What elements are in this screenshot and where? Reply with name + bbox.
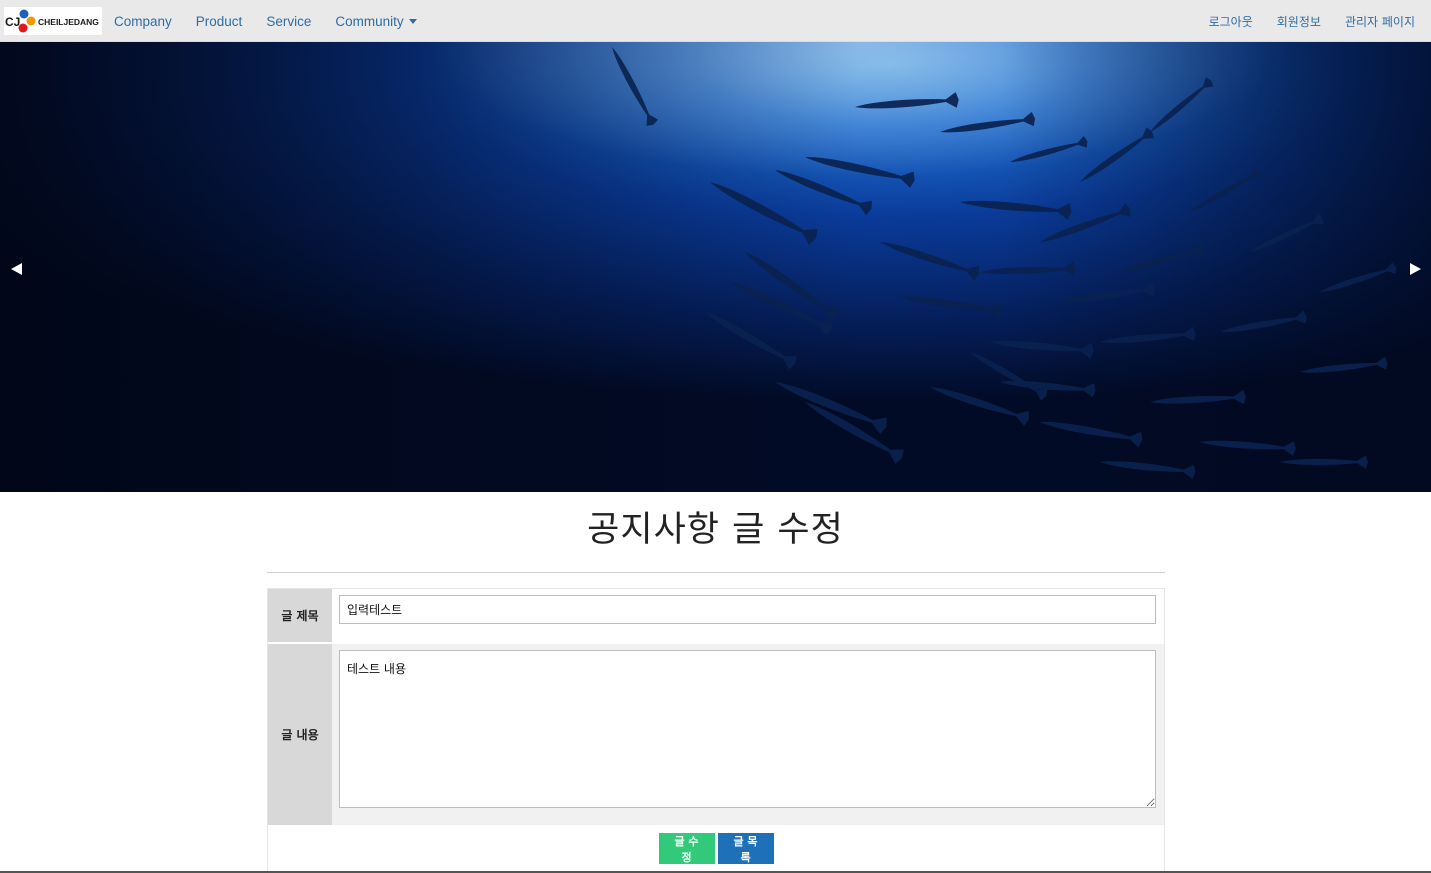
carousel-image [0,42,1431,492]
nav-company-label: Company [114,13,172,29]
member-info-label: 회원정보 [1276,14,1321,29]
brand-logo[interactable]: CJ CHEILJEDANG [4,7,102,35]
admin-page-link[interactable]: 관리자 페이지 [1345,13,1415,30]
notice-edit-form: 글 제목 글 내용 테스트 내용 [267,588,1165,827]
triangle-right-icon [1409,263,1421,275]
svg-text:CHEILJEDANG: CHEILJEDANG [38,17,99,27]
carousel-next-button[interactable] [1405,259,1425,279]
logout-label: 로그아웃 [1208,14,1253,29]
nav-community-label: Community [335,13,404,29]
svg-text:CJ: CJ [5,15,20,29]
top-navbar: CJ CHEILJEDANG Company Product Service C… [0,0,1431,42]
main-nav: Company Product Service Community [114,0,441,42]
edit-post-button[interactable]: 글 수정 [658,833,715,864]
content-cell: 테스트 내용 [332,644,1164,825]
admin-page-label: 관리자 페이지 [1344,14,1415,29]
nav-company[interactable]: Company [114,14,172,29]
content-row: 글 내용 테스트 내용 [268,644,1164,827]
content-textarea[interactable]: 테스트 내용 [339,650,1156,808]
post-list-button[interactable]: 글 목록 [717,833,774,864]
form-actions: 글 수정 글 목록 [267,826,1165,873]
nav-community-dropdown[interactable]: Community [335,13,417,29]
logout-link[interactable]: 로그아웃 [1209,13,1253,30]
title-divider [267,572,1165,573]
nav-service[interactable]: Service [266,14,311,29]
title-label: 글 제목 [268,589,332,642]
carousel-prev-button[interactable] [6,259,26,279]
member-info-link[interactable]: 회원정보 [1277,13,1321,30]
nav-product-label: Product [195,13,243,29]
title-row: 글 제목 [268,589,1164,644]
title-input[interactable] [339,595,1156,624]
nav-product[interactable]: Product [196,14,243,29]
content-label: 글 내용 [268,644,332,825]
nav-service-label: Service [266,13,312,29]
caret-down-icon [408,19,417,24]
hero-carousel [0,42,1431,492]
triangle-left-icon [10,263,22,275]
user-nav: 로그아웃 회원정보 관리자 페이지 [1185,0,1415,42]
page-title: 공지사항 글 수정 [587,510,844,550]
title-cell [332,589,1164,642]
